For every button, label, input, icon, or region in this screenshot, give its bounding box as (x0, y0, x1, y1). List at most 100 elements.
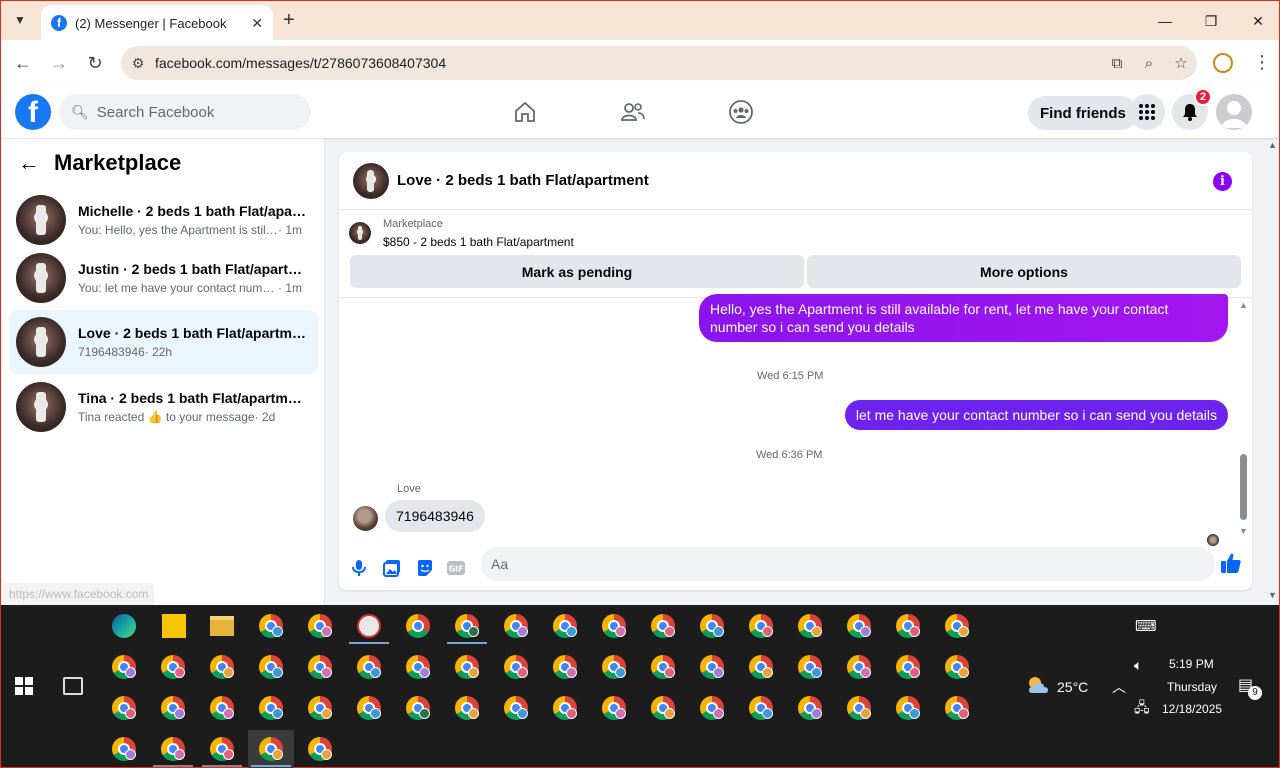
chrome-profile-icon[interactable] (651, 696, 675, 720)
conversation-item[interactable]: Michelle · 2 beds 1 bath Flat/apart... Y… (9, 188, 318, 252)
chrome-profile-icon[interactable] (406, 655, 430, 679)
task-view-icon[interactable] (63, 677, 83, 695)
clock-time[interactable]: 5:19 PM (1169, 657, 1214, 671)
chrome-profile-icon[interactable] (504, 655, 528, 679)
clock-day[interactable]: Thursday (1167, 680, 1217, 694)
outgoing-message[interactable]: let me have your contact number so i can… (844, 400, 1228, 430)
chrome-profile-icon[interactable] (700, 614, 724, 638)
chrome-profile-icon[interactable] (161, 737, 185, 761)
chrome-profile-icon[interactable] (749, 614, 773, 638)
chrome-profile-icon[interactable] (602, 696, 626, 720)
chrome-profile-icon[interactable] (308, 696, 332, 720)
zoom-icon[interactable]: ⌕ (1133, 55, 1165, 72)
chrome-profile-icon[interactable] (553, 614, 577, 638)
chrome-profile-icon[interactable] (602, 614, 626, 638)
chrome-profile-icon[interactable] (798, 655, 822, 679)
back-arrow-icon[interactable]: ← (18, 150, 40, 176)
reload-icon[interactable]: ↻ (83, 51, 107, 75)
page-scroll-up-icon[interactable]: ▲ (1268, 140, 1277, 150)
menu-grid-icon[interactable] (1129, 94, 1165, 130)
chrome-profile-icon[interactable] (798, 614, 822, 638)
chrome-profile-icon[interactable] (945, 614, 969, 638)
chrome-profile-icon[interactable] (259, 614, 283, 638)
chrome-profile-icon[interactable] (896, 614, 920, 638)
home-icon[interactable] (509, 96, 541, 128)
network-icon[interactable]: 🖧︎ (1134, 697, 1150, 721)
sticky-notes-icon[interactable] (162, 614, 186, 638)
sender-avatar[interactable] (353, 506, 378, 531)
chrome-profile-icon[interactable] (455, 696, 479, 720)
chrome-profile-icon[interactable] (847, 614, 871, 638)
page-scroll-down-icon[interactable]: ▼ (1268, 590, 1277, 600)
chrome-profile-icon[interactable] (945, 655, 969, 679)
chrome-profile-icon[interactable] (553, 696, 577, 720)
chrome-profile-icon[interactable] (259, 696, 283, 720)
bookmark-star-icon[interactable]: ☆ (1165, 54, 1197, 72)
chrome-profile-icon[interactable] (308, 614, 332, 638)
clock-date[interactable]: 12/18/2025 (1162, 702, 1222, 716)
search-input[interactable] (96, 103, 297, 121)
chrome-profile-icon[interactable] (553, 655, 577, 679)
weather-icon[interactable] (1026, 675, 1050, 695)
snipping-tool-icon[interactable] (357, 614, 381, 638)
file-explorer-icon[interactable] (210, 616, 234, 636)
mark-as-pending-button[interactable]: Mark as pending (350, 255, 804, 288)
chrome-profile-icon[interactable] (455, 614, 479, 638)
chrome-profile-icon[interactable] (357, 655, 381, 679)
close-window-button[interactable]: ✕ (1238, 7, 1278, 35)
chrome-profile-icon[interactable] (259, 655, 283, 679)
facebook-logo-icon[interactable]: f (15, 94, 51, 130)
scroll-down-icon[interactable]: ▼ (1239, 526, 1248, 536)
profile-icon[interactable] (1213, 53, 1233, 73)
chrome-profile-icon[interactable] (112, 696, 136, 720)
chat-scrollbar[interactable]: ▲ ▼ (1237, 298, 1249, 538)
groups-icon[interactable] (725, 96, 757, 128)
site-settings-icon[interactable]: ⚙ (121, 55, 155, 72)
chrome-profile-icon[interactable] (700, 696, 724, 720)
info-icon[interactable]: i (1213, 172, 1232, 191)
volume-icon[interactable]: 🔈︎ (1134, 657, 1142, 674)
chrome-profile-icon[interactable] (161, 655, 185, 679)
message-input-wrapper[interactable] (481, 547, 1215, 581)
minimize-button[interactable]: — (1145, 7, 1185, 35)
facebook-search[interactable]: 🔍︎ (59, 94, 311, 130)
more-options-button[interactable]: More options (807, 255, 1241, 288)
weather-temp[interactable]: 25°C (1057, 679, 1088, 695)
chrome-profile-icon[interactable] (210, 737, 234, 761)
gif-icon[interactable]: GIF (446, 558, 466, 578)
scrollbar-thumb[interactable] (1240, 454, 1247, 520)
chrome-profile-icon[interactable] (700, 655, 724, 679)
conversation-item[interactable]: Justin · 2 beds 1 bath Flat/apartment Yo… (9, 246, 318, 310)
meet-now-icon[interactable]: ⌨ (1135, 617, 1157, 635)
chrome-profile-icon[interactable] (749, 655, 773, 679)
chrome-profile-icon[interactable] (896, 655, 920, 679)
chrome-profile-icon[interactable] (504, 696, 528, 720)
chrome-profile-icon[interactable] (161, 696, 185, 720)
chrome-profile-icon[interactable] (847, 696, 871, 720)
chrome-profile-icon[interactable] (651, 655, 675, 679)
chrome-profile-icon[interactable] (651, 614, 675, 638)
chrome-profile-icon[interactable] (357, 696, 381, 720)
install-app-icon[interactable]: ⧉ (1101, 55, 1133, 72)
tab-search-dropdown-icon[interactable]: ▼ (7, 7, 33, 33)
chrome-profile-icon[interactable] (749, 696, 773, 720)
friends-icon[interactable] (617, 96, 649, 128)
chrome-profile-icon[interactable] (112, 737, 136, 761)
chrome-profile-icon[interactable] (308, 737, 332, 761)
show-hidden-icons-chevron-icon[interactable]: ︿ (1112, 677, 1126, 697)
address-bar[interactable]: ⚙ facebook.com/messages/t/27860736084073… (121, 46, 1197, 80)
conversation-item[interactable]: Tina · 2 beds 1 bath Flat/apartment Tina… (9, 375, 318, 439)
find-friends-button[interactable]: Find friends (1028, 96, 1138, 130)
back-icon[interactable]: ← (11, 51, 35, 75)
marketplace-listing-banner[interactable]: Marketplace $850 - 2 beds 1 bath Flat/ap… (349, 218, 574, 249)
conversation-item-active[interactable]: Love · 2 beds 1 bath Flat/apartment 7196… (9, 310, 318, 374)
chrome-profile-icon[interactable] (210, 655, 234, 679)
chrome-profile-icon[interactable] (406, 696, 430, 720)
chat-title[interactable]: Love · 2 beds 1 bath Flat/apartment (397, 172, 649, 189)
message-input[interactable] (491, 556, 1171, 572)
chrome-profile-icon[interactable] (798, 696, 822, 720)
microphone-icon[interactable] (349, 558, 369, 578)
chrome-profile-icon[interactable] (308, 655, 332, 679)
chrome-profile-icon[interactable] (896, 696, 920, 720)
browser-tab[interactable]: f (2) Messenger | Facebook ✕ (41, 5, 273, 41)
